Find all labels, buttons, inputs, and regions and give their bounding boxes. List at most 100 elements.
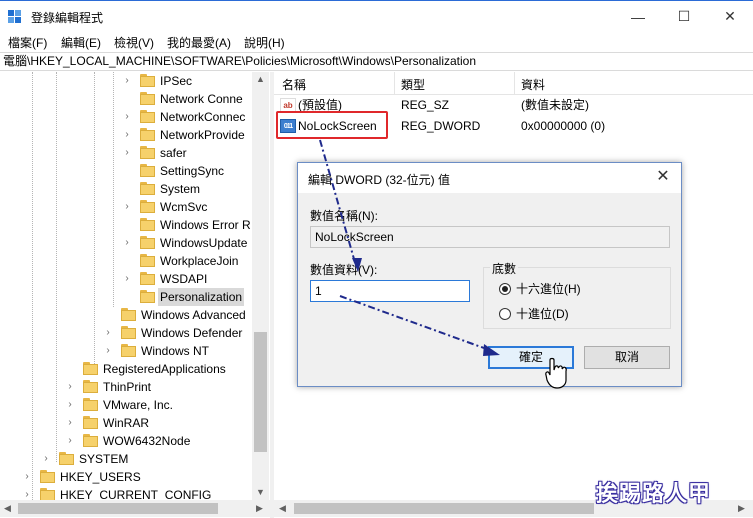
expand-chevron-icon[interactable]: ›: [65, 396, 75, 414]
tree-item[interactable]: › HKEY_CURRENT_CONFIG: [0, 486, 260, 500]
expand-chevron-icon: [65, 360, 75, 378]
expand-chevron-icon[interactable]: ›: [122, 108, 132, 126]
value-data-label: 數值資料(V):: [310, 263, 378, 277]
tree-item[interactable]: › Windows Defender: [0, 324, 260, 342]
value-type: REG_SZ: [401, 98, 450, 112]
maximize-button[interactable]: ☐: [661, 1, 707, 32]
close-button[interactable]: ✕: [707, 1, 753, 32]
value-data: 0x00000000 (0): [521, 119, 606, 133]
tree-hscroll-thumb[interactable]: [18, 503, 218, 514]
scroll-down-icon[interactable]: ▼: [256, 487, 265, 497]
expand-chevron-icon: [122, 216, 132, 234]
registry-tree[interactable]: › IPSec Network Conne › NetworkConnec › Networ…: [0, 72, 270, 500]
scroll-right-icon[interactable]: ▶: [256, 503, 263, 514]
menu-bar: 檔案(F) 編輯(E) 檢視(V) 我的最愛(A) 說明(H): [0, 31, 753, 51]
menu-view[interactable]: 檢視(V): [114, 34, 154, 51]
radio-unselected-icon[interactable]: [499, 308, 511, 320]
tree-item-label: Personalization: [158, 288, 245, 306]
tree-item[interactable]: › HKEY_USERS: [0, 468, 260, 486]
tree-horizontal-scrollbar[interactable]: ◀ ▶: [0, 500, 270, 517]
expand-chevron-icon[interactable]: ›: [65, 414, 75, 432]
scroll-up-icon[interactable]: ▲: [256, 74, 265, 84]
tree-vertical-scrollbar[interactable]: ▲ ▼: [252, 72, 269, 500]
tree-item-label: safer: [160, 146, 187, 160]
tree-item[interactable]: Personalization: [0, 288, 260, 306]
tree-item[interactable]: RegisteredApplications: [0, 360, 260, 378]
expand-chevron-icon[interactable]: ›: [122, 72, 132, 90]
tree-item[interactable]: WorkplaceJoin: [0, 252, 260, 270]
expand-chevron-icon[interactable]: ›: [122, 198, 132, 216]
tree-item-label: WinRAR: [103, 416, 150, 430]
tree-item[interactable]: › IPSec: [0, 72, 260, 90]
tree-item[interactable]: System: [0, 180, 260, 198]
value-name-label: 數值名稱(N):: [310, 209, 378, 223]
expand-chevron-icon[interactable]: ›: [122, 270, 132, 288]
minimize-button[interactable]: —: [615, 1, 661, 32]
tree-item[interactable]: › WOW6432Node: [0, 432, 260, 450]
expand-chevron-icon[interactable]: ›: [22, 468, 32, 486]
radio-selected-icon[interactable]: [499, 283, 511, 295]
dialog-title: 編輯 DWORD (32-位元) 值: [308, 173, 450, 187]
expand-chevron-icon[interactable]: ›: [22, 486, 32, 500]
expand-chevron-icon[interactable]: ›: [65, 378, 75, 396]
tree-item-label: WcmSvc: [160, 200, 208, 214]
tree-scroll-thumb[interactable]: [254, 332, 267, 452]
expand-chevron-icon[interactable]: ›: [41, 450, 51, 468]
tree-item[interactable]: › Windows NT: [0, 342, 260, 360]
menu-file[interactable]: 檔案(F): [8, 34, 47, 51]
scroll-right-icon[interactable]: ▶: [738, 503, 745, 514]
folder-icon: [140, 200, 155, 213]
dialog-close-button[interactable]: ✕: [653, 167, 673, 187]
expand-chevron-icon[interactable]: ›: [122, 126, 132, 144]
tree-item[interactable]: SettingSync: [0, 162, 260, 180]
tree-item[interactable]: › SYSTEM: [0, 450, 260, 468]
list-hscroll-thumb[interactable]: [294, 503, 594, 514]
tree-item-label: SYSTEM: [79, 452, 129, 466]
regedit-app-icon: [8, 10, 22, 24]
column-name-header[interactable]: 名稱: [282, 76, 306, 93]
folder-icon: [83, 380, 98, 393]
expand-chevron-icon[interactable]: ›: [122, 144, 132, 162]
string-value-icon: ab: [280, 98, 296, 112]
tree-item[interactable]: › WcmSvc: [0, 198, 260, 216]
tree-item-label: NetworkConnec: [160, 110, 246, 124]
expand-chevron-icon[interactable]: ›: [122, 234, 132, 252]
watermark-logo: 挨踢路人甲: [596, 482, 712, 507]
expand-chevron-icon[interactable]: ›: [103, 324, 113, 342]
address-bar[interactable]: 電腦\HKEY_LOCAL_MACHINE\SOFTWARE\Policies\…: [0, 52, 753, 71]
tree-item[interactable]: Network Conne: [0, 90, 260, 108]
column-separator[interactable]: [514, 72, 515, 95]
menu-help[interactable]: 說明(H): [244, 34, 285, 51]
tree-item[interactable]: › WSDAPI: [0, 270, 260, 288]
value-data-input[interactable]: 1: [310, 280, 470, 302]
menu-edit[interactable]: 編輯(E): [61, 34, 101, 51]
tree-item[interactable]: › NetworkProvide: [0, 126, 260, 144]
expand-chevron-icon[interactable]: ›: [103, 342, 113, 360]
value-name-field[interactable]: NoLockScreen: [310, 226, 670, 248]
tree-item[interactable]: › safer: [0, 144, 260, 162]
scroll-left-icon[interactable]: ◀: [279, 503, 286, 514]
column-type-header[interactable]: 類型: [401, 76, 425, 93]
tree-item[interactable]: › NetworkConnec: [0, 108, 260, 126]
expand-chevron-icon[interactable]: ›: [65, 432, 75, 450]
tree-item[interactable]: › WindowsUpdate: [0, 234, 260, 252]
tree-item-label: Network Conne: [160, 92, 243, 106]
tree-item-label: Windows NT: [141, 344, 210, 358]
tree-item[interactable]: › ThinPrint: [0, 378, 260, 396]
tree-item[interactable]: › WinRAR: [0, 414, 260, 432]
menu-favorites[interactable]: 我的最愛(A): [167, 34, 231, 51]
cancel-button[interactable]: 取消: [584, 346, 670, 369]
tree-item[interactable]: Windows Error R: [0, 216, 260, 234]
tree-item-label: Windows Error R: [160, 218, 251, 232]
tree-item-label: System: [160, 182, 201, 196]
column-separator[interactable]: [394, 72, 395, 95]
tree-item-label: WindowsUpdate: [160, 236, 248, 250]
column-data-header[interactable]: 資料: [521, 76, 545, 93]
tree-item[interactable]: › VMware, Inc.: [0, 396, 260, 414]
tree-item[interactable]: Windows Advanced: [0, 306, 260, 324]
ok-button[interactable]: 確定: [488, 346, 574, 369]
scroll-left-icon[interactable]: ◀: [4, 503, 11, 514]
folder-icon: [140, 92, 155, 105]
tree-item-label: SettingSync: [160, 164, 225, 178]
tree-item-label: WOW6432Node: [103, 434, 191, 448]
